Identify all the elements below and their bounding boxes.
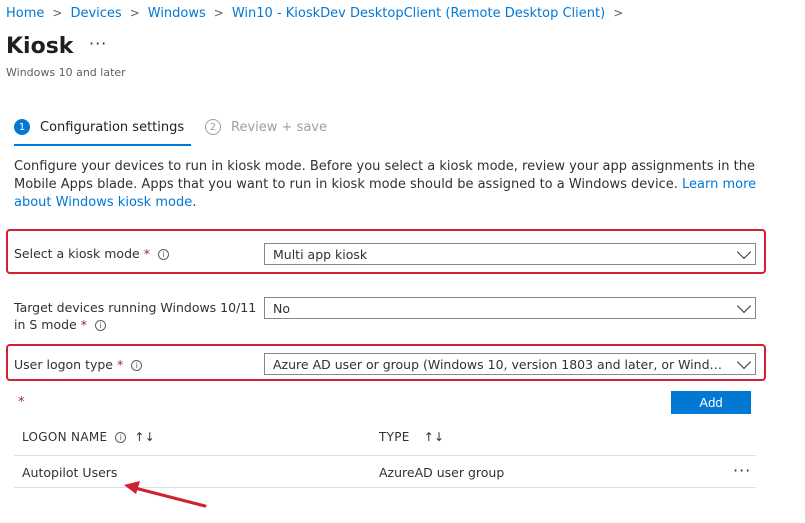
info-icon[interactable]: i [131,360,143,371]
add-button[interactable]: Add [671,391,751,414]
row-more-icon[interactable]: ··· [733,461,751,480]
active-step-indicator [14,144,191,146]
wizard-step-review[interactable]: 2 Review + save [205,119,327,135]
step-label: Review + save [231,119,327,135]
s-mode-value: No [273,300,290,316]
description-text: Configure your devices to run in kiosk m… [14,159,755,192]
description: Configure your devices to run in kiosk m… [14,158,764,212]
chevron-down-icon [736,244,752,259]
table-row-type: AzureAD user group [379,465,505,480]
description-end: . [192,195,197,210]
step-number-icon: 2 [205,119,221,135]
step-label: Configuration settings [40,119,185,135]
required-marker: * [18,395,25,410]
page-subtitle: Windows 10 and later [6,66,126,79]
logon-type-select[interactable]: Azure AD user or group (Windows 10, vers… [264,353,756,375]
sort-icon[interactable]: ↑↓ [134,430,155,444]
column-header-type[interactable]: TYPE ↑↓ [379,430,444,444]
breadcrumb-windows[interactable]: Windows [148,6,206,21]
column-header-logon-name[interactable]: LOGON NAME i ↑↓ [22,430,155,444]
s-mode-label: Target devices running Windows 10/11 in … [14,300,257,332]
more-options-icon[interactable]: ··· [89,34,107,53]
info-icon[interactable]: i [157,249,169,260]
page-title: Kiosk [6,34,74,59]
required-marker: * [80,317,87,332]
red-arrow-annotation [124,481,207,508]
required-marker: * [143,246,150,261]
info-icon[interactable]: i [94,320,106,331]
logon-type-label: User logon type * i [14,356,143,373]
kiosk-mode-label: Select a kiosk mode * i [14,245,169,262]
sort-icon[interactable]: ↑↓ [424,430,445,444]
chevron-down-icon [736,298,752,313]
kiosk-mode-select[interactable]: Multi app kiosk [264,243,756,265]
breadcrumb-profile[interactable]: Win10 - KioskDev DesktopClient (Remote D… [232,6,605,21]
logon-type-value: Azure AD user or group (Windows 10, vers… [273,356,729,372]
table-header-divider [14,455,756,456]
chevron-right-icon: > [52,6,63,20]
chevron-right-icon: > [613,6,624,20]
info-icon[interactable]: i [115,432,127,443]
breadcrumb-devices[interactable]: Devices [70,6,121,21]
breadcrumb-home[interactable]: Home [6,6,44,21]
table-row-name: Autopilot Users [22,465,118,480]
chevron-down-icon [736,354,752,369]
required-marker: * [116,357,124,372]
wizard-step-configuration[interactable]: 1 Configuration settings [14,119,184,135]
step-number-icon: 1 [14,119,30,135]
kiosk-mode-value: Multi app kiosk [273,246,368,262]
breadcrumb: Home > Devices > Windows > Win10 - KioskDev De… [6,6,631,21]
chevron-right-icon: > [213,6,224,20]
s-mode-select[interactable]: No [264,297,756,319]
chevron-right-icon: > [129,6,140,20]
